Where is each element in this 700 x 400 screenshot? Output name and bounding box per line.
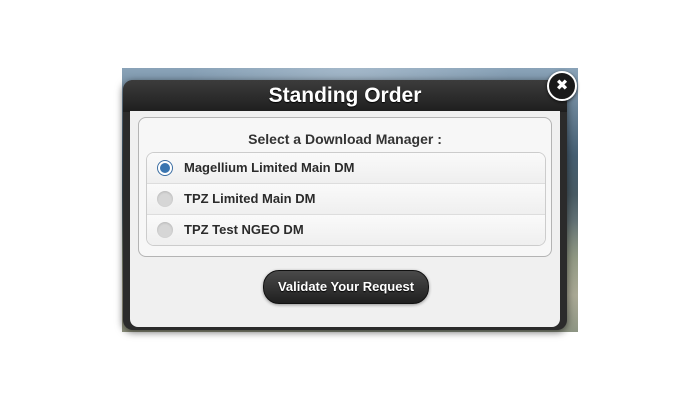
download-manager-prompt: Select a Download Manager : <box>248 131 442 147</box>
dialog-body: Select a Download Manager : Magellium Li… <box>130 111 560 327</box>
download-manager-fieldset: Select a Download Manager : Magellium Li… <box>138 117 552 257</box>
radio-option-tpz-limited[interactable]: TPZ Limited Main DM <box>147 184 545 215</box>
radio-option-label: TPZ Test NGEO DM <box>184 222 304 237</box>
radio-option-label: Magellium Limited Main DM <box>184 160 355 175</box>
close-icon[interactable]: ✖ <box>547 71 577 101</box>
radio-option-label: TPZ Limited Main DM <box>184 191 316 206</box>
radio-unselected-icon[interactable] <box>157 222 173 238</box>
download-manager-radio-group: Magellium Limited Main DM TPZ Limited Ma… <box>146 152 546 246</box>
radio-unselected-icon[interactable] <box>157 191 173 207</box>
validate-request-button[interactable]: Validate Your Request <box>263 270 429 304</box>
radio-option-magellium[interactable]: Magellium Limited Main DM <box>147 153 545 184</box>
dialog-title: Standing Order <box>123 80 567 112</box>
standing-order-dialog: Standing Order Select a Download Manager… <box>123 80 567 330</box>
radio-option-tpz-test[interactable]: TPZ Test NGEO DM <box>147 215 545 245</box>
radio-selected-icon[interactable] <box>157 160 173 176</box>
